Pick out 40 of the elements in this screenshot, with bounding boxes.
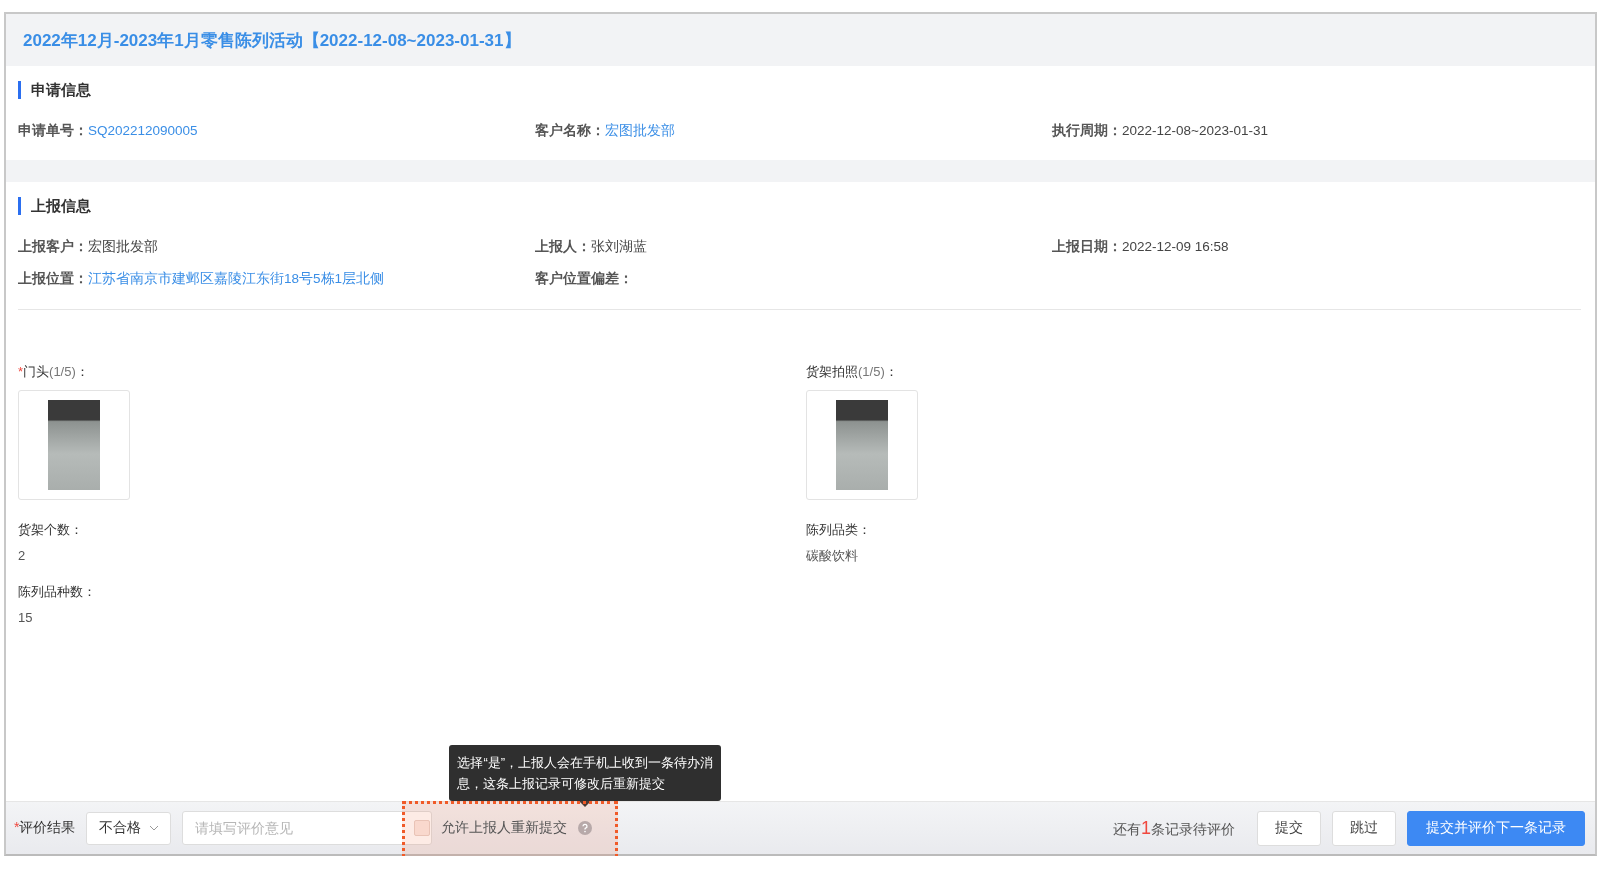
action-button[interactable]: 提交 (1257, 810, 1321, 846)
result-label: *评价结果 (14, 819, 76, 837)
action-button[interactable]: 跳过 (1332, 810, 1396, 846)
caret-icon (149, 825, 160, 831)
field-link[interactable]: SQ202212090005 (88, 123, 198, 138)
field-label: 上报客户： (18, 239, 88, 254)
comment-field[interactable]: 请填写评价意见 (182, 811, 433, 845)
checkbox[interactable] (414, 820, 431, 836)
field-label: 客户名称： (535, 123, 605, 138)
detail-label: 陈列品类： (806, 522, 872, 538)
field-label: 上报人： (535, 239, 591, 254)
photo-label: *门头(1/5)： (18, 364, 90, 380)
section-heading: 申请信息 (18, 81, 1583, 99)
pending-count-text: 还有1条记录待评价 (1113, 817, 1235, 839)
page-title: 2022年12月-2023年1月零售陈列活动【2022-12-08~2023-01-31】 (23, 29, 521, 52)
photo-label: 货架拍照(1/5)： (806, 364, 899, 380)
detail-label: 货架个数： (18, 522, 84, 538)
field-link[interactable]: 江苏省南京市建邺区嘉陵江东街18号5栋1层北侧 (88, 271, 385, 286)
photo-thumbnail[interactable] (18, 390, 130, 500)
detail-value: 2 (18, 548, 27, 564)
field-value: 2022-12-08~2023-01-31 (1122, 123, 1268, 138)
detail-label: 陈列品种数： (18, 584, 97, 600)
checkbox-label: 允许上报人重新提交 (441, 819, 568, 837)
tooltip-arrow-icon (579, 801, 592, 807)
field-label: 申请单号： (18, 123, 88, 138)
field-label: 客户位置偏差： (535, 271, 633, 286)
field-value: 2022-12-09 16:58 (1122, 239, 1229, 254)
tooltip: 选择“是”，上报人会在手机上收到一条待办消息，这条上报记录可修改后重新提交 (449, 745, 722, 801)
field-label: 上报位置： (18, 271, 88, 286)
detail-value: 碳酸饮料 (806, 548, 859, 564)
submit-next-button[interactable]: 提交并评价下一条记录 (1407, 810, 1585, 846)
field-value: 宏图批发部 (88, 239, 158, 254)
field-label: 上报日期： (1052, 239, 1122, 254)
field-link[interactable]: 宏图批发部 (605, 123, 675, 138)
field-value: 张刘湖蓝 (591, 239, 647, 254)
photo-thumbnail[interactable] (806, 390, 918, 500)
result-select[interactable]: 不合格 (86, 811, 172, 845)
field-label: 执行周期： (1052, 123, 1122, 138)
detail-value: 15 (18, 610, 34, 626)
section-heading: 上报信息 (18, 197, 1583, 215)
